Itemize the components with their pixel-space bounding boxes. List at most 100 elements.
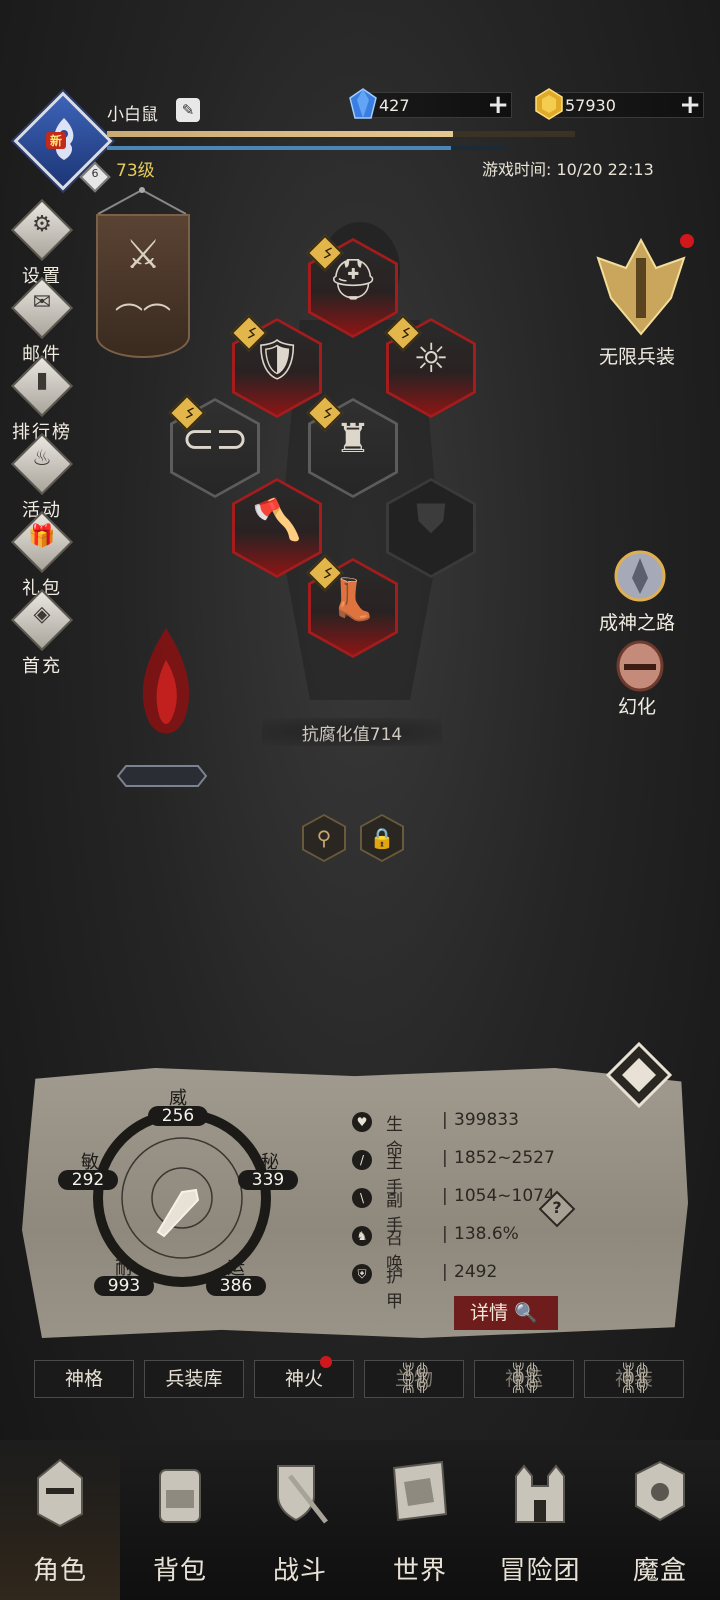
battle-shield-icon: [277, 1465, 328, 1524]
first-recharge-icon: ◈: [33, 602, 51, 627]
castle-icon: [515, 1464, 565, 1523]
details-button[interactable]: 详情 🔍: [454, 1296, 558, 1330]
illusion-icon[interactable]: [614, 640, 666, 696]
tab-label: 神火: [284, 1368, 323, 1390]
yun-value: 386: [206, 1276, 266, 1296]
stat-name: 护甲: [386, 1267, 405, 1312]
illusion-label: 幻化: [617, 696, 656, 718]
nav-label: 冒险团: [499, 1556, 581, 1586]
mp-bar: [107, 146, 507, 150]
gear-icon: ⚙: [32, 212, 52, 237]
magic-cube-icon: [635, 1460, 685, 1522]
stat-value: 399833: [454, 1110, 519, 1130]
nav-battle[interactable]: 战斗: [240, 1440, 360, 1600]
banner-rope: [97, 187, 187, 215]
crossed-axes-icon: ⚔: [125, 232, 161, 278]
nai-value: 993: [94, 1276, 154, 1296]
stat-value: 138.6%: [454, 1224, 519, 1244]
mail-icon: ✉: [32, 290, 52, 315]
ranking-button[interactable]: ▮ 排行榜: [6, 354, 78, 443]
tab-armory[interactable]: 兵装库: [144, 1360, 244, 1398]
stat-value: 2492: [454, 1262, 498, 1282]
tab-label: 神格: [64, 1368, 103, 1390]
stat-value: 1852~2527: [454, 1148, 555, 1168]
tab-label: 兵装库: [165, 1368, 223, 1390]
stat-separator: |: [442, 1148, 448, 1168]
road-to-godhood-label: 成神之路: [598, 612, 675, 634]
banner-wings-icon: ⌒⌒: [114, 301, 171, 334]
panel-toggle-icon[interactable]: [604, 1040, 674, 1110]
chain-lock-icon: ⛓: [505, 1361, 545, 1396]
event-button[interactable]: ♨ 活动: [6, 432, 78, 521]
class-banner[interactable]: ⚔ ⌒⌒: [96, 214, 190, 358]
add-gems-button[interactable]: +: [487, 92, 509, 118]
add-gold-button[interactable]: +: [679, 92, 701, 118]
shield-placeholder-icon: ⛊: [416, 496, 446, 542]
infinite-equipment-label: 无限兵装: [598, 346, 675, 368]
pedestal: [116, 765, 208, 787]
tab-locked-1[interactable]: 兰物 ⛓: [364, 1360, 464, 1398]
first-recharge-label: 首充: [22, 656, 62, 677]
tab-godfire[interactable]: 神火: [254, 1360, 354, 1398]
details-label: 详情: [470, 1302, 509, 1324]
exp-bar-fill: [107, 131, 454, 137]
summon-icon: ♞: [352, 1226, 372, 1246]
chain-lock-icon: ⛓: [615, 1361, 655, 1396]
gift-icon: 🎁: [28, 524, 56, 549]
nav-label: 背包: [152, 1556, 207, 1586]
mp-bar-fill: [107, 146, 451, 150]
wei-value: 256: [148, 1106, 208, 1126]
game-time: 游戏时间: 10/20 22:13: [482, 160, 654, 179]
gem-currency: 427 +: [349, 88, 512, 119]
player-name: 小白鼠: [107, 105, 158, 125]
knight-helmet-icon: [37, 1458, 83, 1528]
gift-button[interactable]: 🎁 礼包: [6, 510, 78, 599]
chain-lock-icon: ⛓: [395, 1361, 435, 1396]
settings-button[interactable]: ⚙ 设置: [6, 198, 78, 287]
armor-icon: ⛨: [352, 1264, 372, 1284]
offhand-icon: \: [352, 1188, 372, 1208]
help-icon[interactable]: ?: [544, 1198, 570, 1217]
stat-separator: |: [442, 1186, 448, 1206]
tab-locked-3[interactable]: 神装 ⛓: [584, 1360, 684, 1398]
map-scroll-icon: [392, 1460, 448, 1522]
tab-locked-2[interactable]: 神运 ⛓: [474, 1360, 574, 1398]
gold-currency: 57930 +: [535, 88, 704, 120]
road-to-godhood-icon[interactable]: [612, 548, 668, 604]
gem-icon: [349, 88, 377, 119]
first-recharge-button[interactable]: ◈ 首充: [6, 588, 78, 677]
mi-value: 339: [238, 1170, 298, 1190]
corruption-resistance: 抗腐化值714: [301, 725, 403, 745]
infinite-equipment-icon[interactable]: [596, 238, 686, 338]
stat-separator: |: [442, 1110, 448, 1130]
gold-icon: [535, 88, 563, 120]
radar-shape: [156, 1188, 200, 1238]
stat-separator: |: [442, 1224, 448, 1244]
gold-count: 57930: [565, 96, 616, 115]
player-level: 73级: [116, 161, 155, 181]
heart-icon: ♥: [352, 1112, 372, 1132]
new-badge: 新: [46, 132, 67, 149]
nav-label: 角色: [32, 1556, 87, 1586]
gem-count: 427: [379, 96, 410, 115]
player-avatar[interactable]: 新 6: [13, 91, 114, 193]
tab-godhead[interactable]: 神格: [34, 1360, 134, 1398]
lock-button[interactable]: 🔒: [360, 814, 404, 862]
lock-icon: 🔒: [362, 816, 402, 860]
exp-bar: [107, 131, 575, 137]
nav-backpack[interactable]: 背包: [120, 1440, 240, 1600]
backpack-icon: [159, 1469, 201, 1523]
axe-icon: 🪓: [252, 497, 302, 543]
corruption-fire-icon: [142, 628, 190, 734]
event-icon: ♨: [32, 446, 52, 471]
nav-label: 魔盒: [632, 1556, 687, 1586]
nav-adventure-guild[interactable]: 冒险团: [480, 1440, 600, 1600]
nav-world[interactable]: 世界: [360, 1440, 480, 1600]
magnifier-icon: 🔍: [514, 1302, 538, 1324]
nav-magic-box[interactable]: 魔盒: [600, 1440, 720, 1600]
nav-label: 世界: [392, 1556, 447, 1586]
location-button[interactable]: ⚲: [302, 814, 346, 862]
edit-name-icon[interactable]: ✎: [176, 98, 200, 122]
nav-character[interactable]: 角色: [0, 1440, 120, 1600]
mail-button[interactable]: ✉ 邮件: [6, 276, 78, 365]
